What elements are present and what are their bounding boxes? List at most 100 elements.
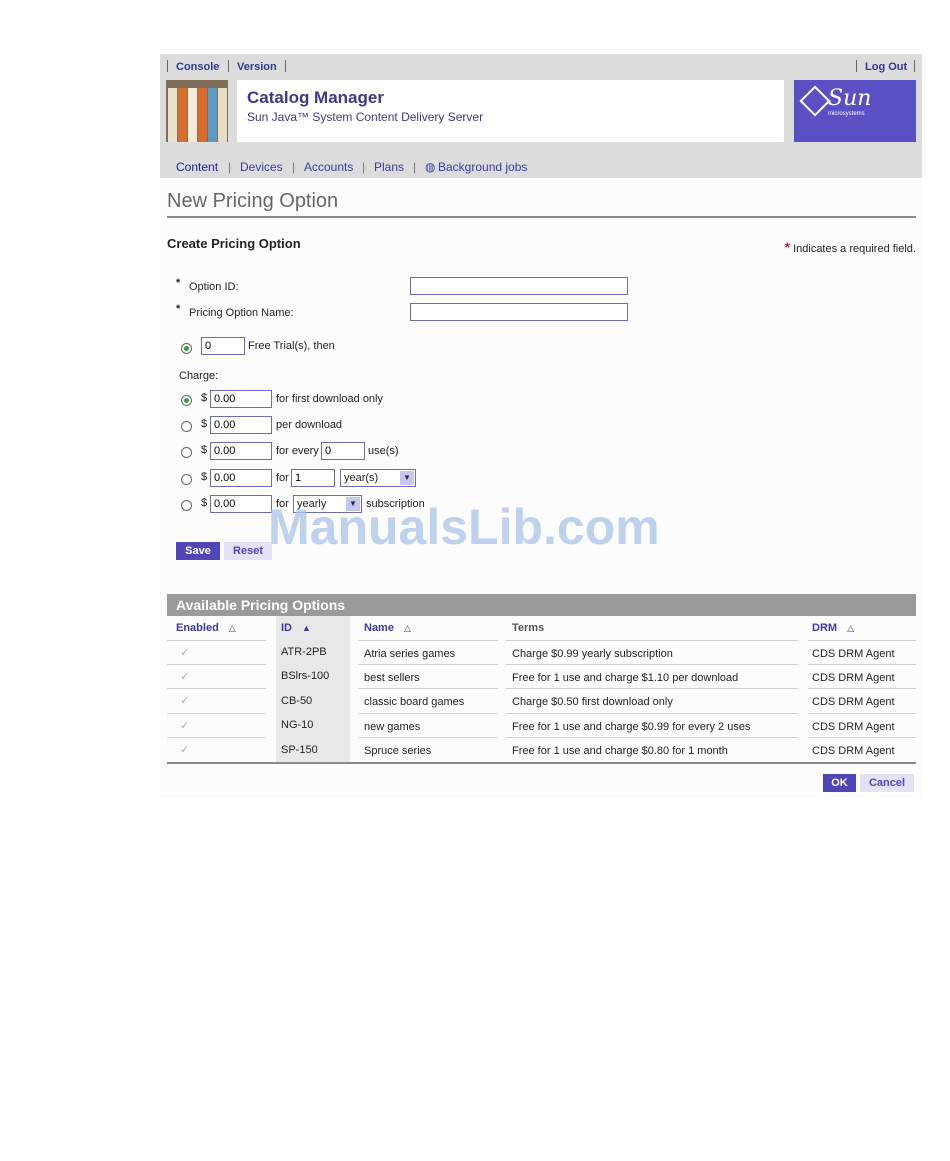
enabled-checkbox[interactable]: ✓ [180,672,191,683]
separator [228,60,229,72]
logout-link[interactable]: Log Out [865,61,907,73]
free-trials-label: Free Trial(s), then [248,340,335,352]
per-download-label: per download [276,419,343,431]
books-image [166,80,228,142]
tab-content[interactable]: Content [176,160,218,174]
uses-suffix-label: use(s) [368,445,399,457]
charge-per-download-radio[interactable] [181,421,192,432]
currency-symbol: $ [201,444,208,456]
row-drm: CDS DRM Agent [812,648,895,660]
required-star: * [176,303,181,315]
row-terms: Free for 1 use and charge $1.10 per down… [512,672,739,684]
currency-symbol: $ [201,392,208,404]
app-title-box: Catalog Manager Sun Java™ System Content… [237,80,784,142]
version-link[interactable]: Version [237,61,277,73]
currency-symbol: $ [201,471,208,483]
save-button[interactable]: Save [176,542,220,560]
for-every-label: for every [276,445,319,457]
cancel-button[interactable]: Cancel [860,774,914,792]
currency-symbol: $ [201,418,208,430]
title-divider [167,216,916,218]
uses-count-input[interactable] [321,442,365,460]
currency-symbol: $ [201,497,208,509]
masthead-links-bar: Console Version Log Out [160,54,922,80]
chevron-down-icon: ▼ [400,471,414,485]
row-name: Spruce series [364,745,432,757]
row-id: CB-50 [281,695,313,707]
console-link[interactable]: Console [176,61,219,73]
sort-ascending-icon[interactable]: △ [847,623,854,634]
row-terms: Charge $0.50 first download only [512,696,673,708]
row-terms: Free for 1 use and charge $0.80 for 1 mo… [512,745,728,757]
ok-button[interactable]: OK [823,774,856,792]
app-title: Catalog Manager [247,88,384,107]
sun-diamond-icon [799,85,831,117]
charge-subscription-radio[interactable] [181,500,192,511]
first-download-amount-input[interactable] [210,390,272,408]
separator [285,60,286,72]
enabled-checkbox[interactable]: ✓ [180,648,191,659]
separator [914,60,915,72]
enabled-checkbox[interactable]: ✓ [180,745,191,756]
row-id: NG-10 [281,719,314,731]
catalog-manager-window: Console Version Log Out Catalog Manager … [160,54,922,798]
period-count-input[interactable] [291,469,335,487]
period-amount-input[interactable] [210,469,272,487]
sun-logo: Sun microsystems [794,80,916,142]
row-id: BSlrs-100 [281,670,330,682]
separator [856,60,857,72]
period-unit-select[interactable]: year(s) ▼ [340,469,416,487]
row-id: ATR-2PB [281,646,327,658]
row-id: SP-150 [281,744,318,756]
required-note: * Indicates a required field. [785,239,916,255]
table-title: Available Pricing Options [167,594,916,616]
sun-logo-micro: microsystems [828,111,865,117]
header-drm[interactable]: DRM △ [812,622,854,634]
header-enabled[interactable]: Enabled △ [176,622,236,634]
row-name: best sellers [364,672,420,684]
background-jobs-icon[interactable]: ◍ [425,160,435,174]
subscription-amount-input[interactable] [210,495,272,513]
sun-logo-word: Sun [828,86,872,111]
row-name: classic board games [364,696,465,708]
tab-devices[interactable]: Devices [240,160,283,174]
pricing-option-name-label: Pricing Option Name: [189,307,294,319]
page-title: New Pricing Option [167,190,339,212]
charge-for-period-radio[interactable] [181,474,192,485]
required-star: * [784,239,791,255]
every-uses-amount-input[interactable] [210,442,272,460]
charge-label: Charge: [179,370,219,382]
free-trial-radio[interactable] [181,343,192,354]
reset-button[interactable]: Reset [224,542,272,560]
row-name: Atria series games [364,648,456,660]
watermark-text: ManualsLib.com [268,499,660,555]
row-terms: Free for 1 use and charge $0.99 for ever… [512,721,751,733]
sort-ascending-icon[interactable]: △ [229,623,236,634]
enabled-checkbox[interactable]: ✓ [180,696,191,707]
table-bottom-rule [167,762,916,764]
header-id[interactable]: ID ▲ [281,622,311,634]
required-star: * [176,277,181,289]
sort-ascending-icon[interactable]: △ [404,623,411,634]
per-download-amount-input[interactable] [210,416,272,434]
charge-every-uses-radio[interactable] [181,447,192,458]
tab-background-jobs[interactable]: Background jobs [438,160,527,174]
row-drm: CDS DRM Agent [812,672,895,684]
row-terms: Charge $0.99 yearly subscription [512,648,673,660]
required-note-text: Indicates a required field. [793,243,916,255]
period-unit-value: year(s) [344,472,379,484]
header-name[interactable]: Name △ [364,622,411,634]
row-drm: CDS DRM Agent [812,721,895,733]
option-id-input[interactable] [410,277,628,295]
tab-plans[interactable]: Plans [374,160,404,174]
charge-first-download-radio[interactable] [181,395,192,406]
header-terms: Terms [512,622,545,634]
section-title: Create Pricing Option [167,236,301,251]
separator [167,60,168,72]
option-id-label: Option ID: [189,281,239,293]
free-trials-input[interactable] [201,337,245,355]
sort-active-icon[interactable]: ▲ [302,623,311,633]
pricing-option-name-input[interactable] [410,303,628,321]
enabled-checkbox[interactable]: ✓ [180,721,191,732]
tab-accounts[interactable]: Accounts [304,160,353,174]
